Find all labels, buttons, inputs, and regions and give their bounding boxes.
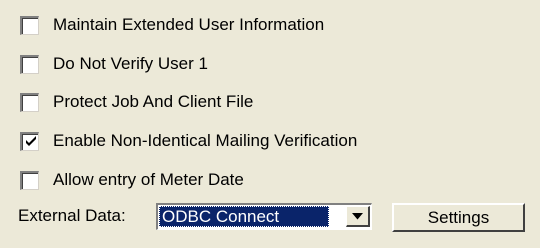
option-protect-job-client-file[interactable]: Protect Job And Client File (20, 91, 253, 113)
option-label: Protect Job And Client File (53, 92, 254, 111)
checkmark-icon (26, 135, 36, 146)
option-label: Enable Non-Identical Mailing Verificatio… (53, 131, 358, 150)
chevron-down-icon (352, 212, 363, 219)
external-data-label: External Data: (18, 206, 126, 225)
option-label: Maintain Extended User Information (53, 15, 325, 34)
option-do-not-verify-user-1[interactable]: Do Not Verify User 1 (20, 53, 208, 75)
checkbox-enable-non-identical-mailing[interactable] (20, 131, 39, 151)
checkbox-protect-job-client-file[interactable] (20, 92, 39, 112)
option-label: Allow entry of Meter Date (53, 170, 244, 189)
option-label: Do Not Verify User 1 (53, 54, 208, 73)
settings-button[interactable]: Settings (392, 203, 525, 232)
option-maintain-extended-user-info[interactable]: Maintain Extended User Information (20, 14, 324, 36)
checkbox-do-not-verify-user-1[interactable] (20, 54, 39, 74)
dropdown-arrow-button[interactable] (346, 206, 370, 227)
checkbox-allow-meter-date[interactable] (20, 170, 39, 190)
options-panel: Maintain Extended User Information Do No… (0, 0, 540, 248)
option-allow-meter-date[interactable]: Allow entry of Meter Date (20, 169, 244, 191)
external-data-selected-value[interactable]: ODBC Connect (159, 206, 329, 227)
checkbox-maintain-extended-user-info[interactable] (20, 15, 39, 35)
option-enable-non-identical-mailing[interactable]: Enable Non-Identical Mailing Verificatio… (20, 130, 357, 152)
external-data-dropdown[interactable]: ODBC Connect (156, 203, 372, 230)
